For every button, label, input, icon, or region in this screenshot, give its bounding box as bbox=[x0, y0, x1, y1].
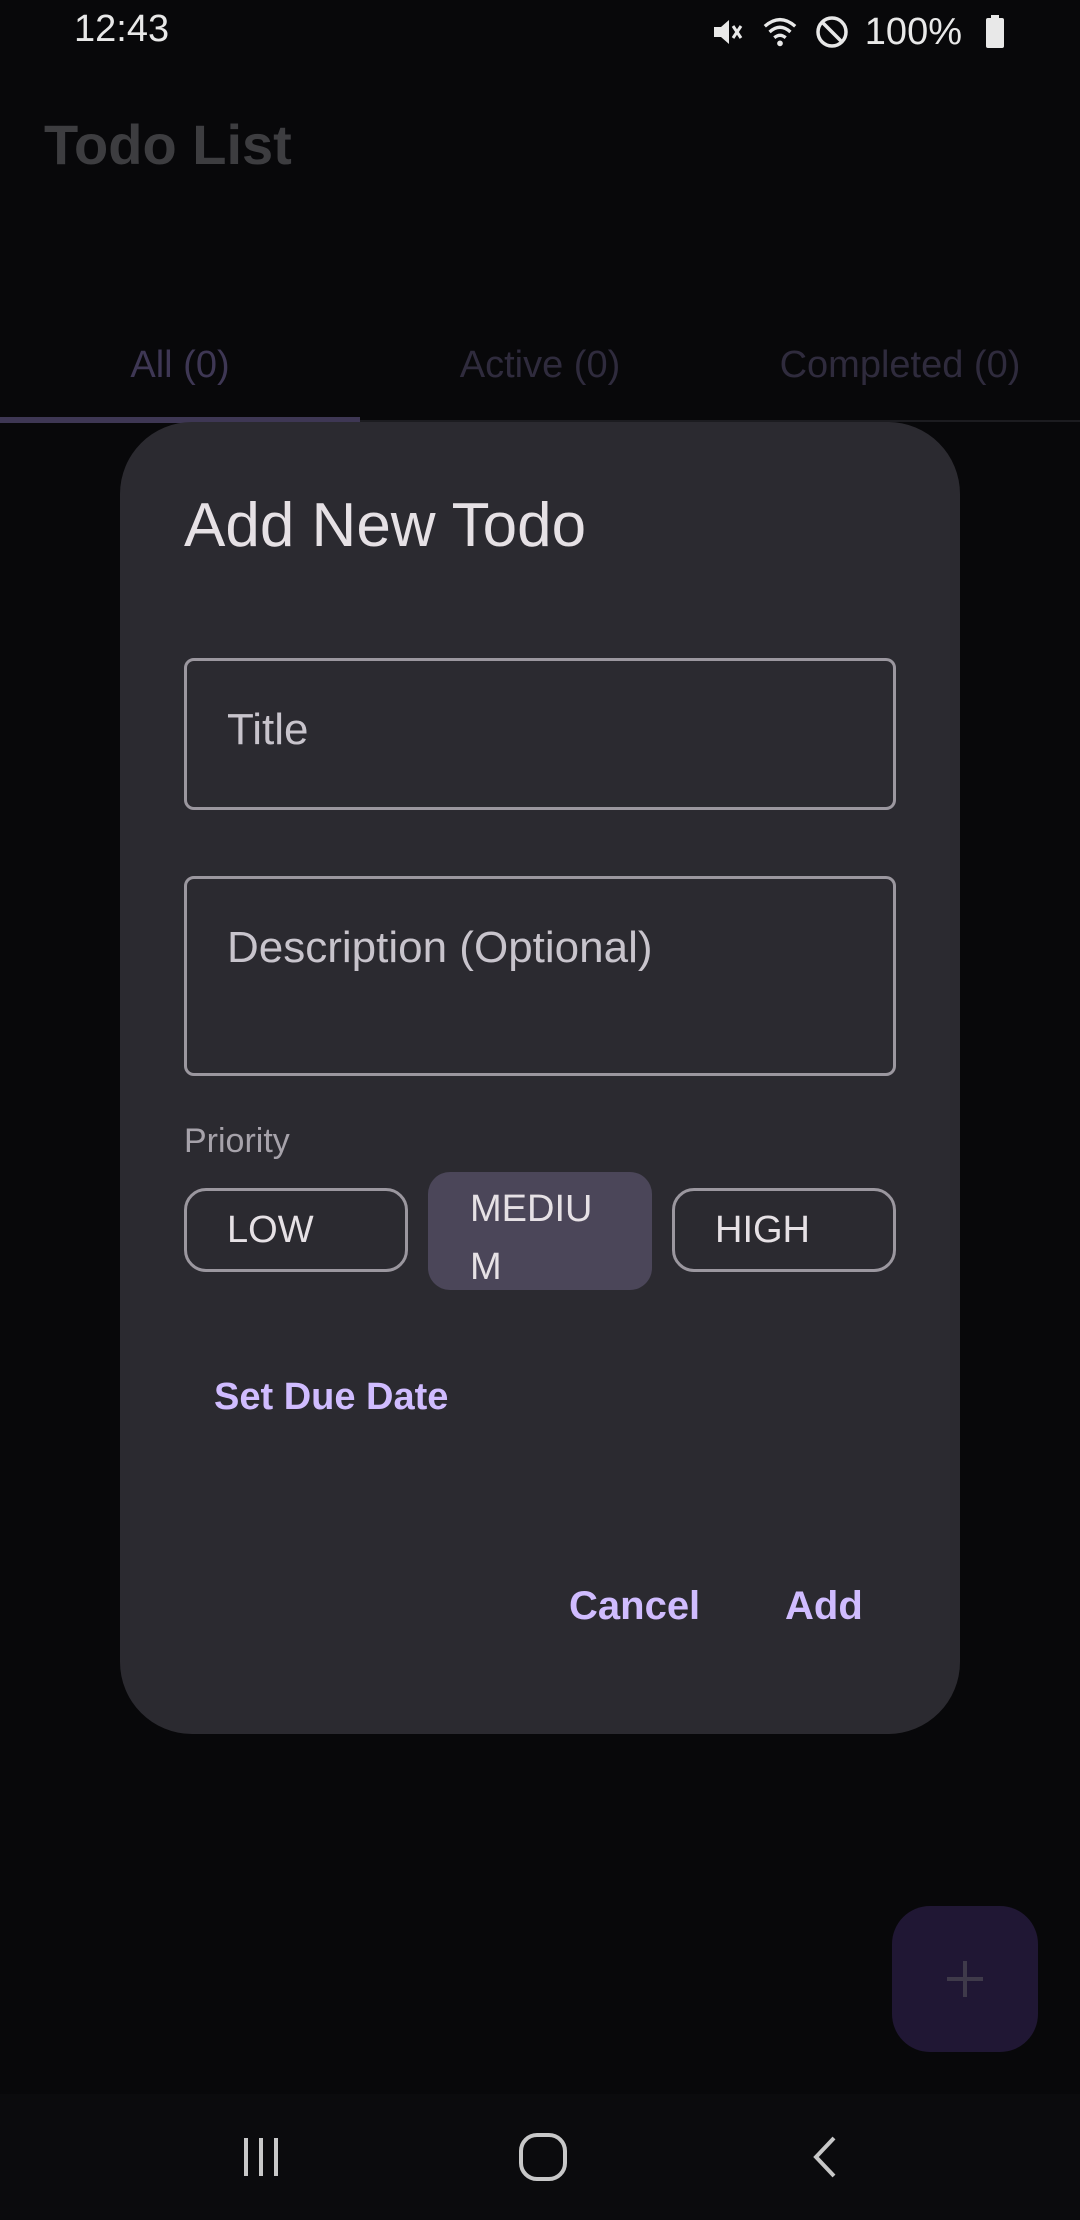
recent-apps-icon bbox=[244, 2138, 278, 2176]
battery-percent: 100% bbox=[864, 10, 962, 53]
status-bar: 12:43 100% bbox=[0, 0, 1080, 66]
app-title: Todo List bbox=[44, 113, 292, 176]
tab-all[interactable]: All (0) bbox=[0, 310, 360, 420]
priority-low-chip[interactable]: LOW bbox=[184, 1188, 408, 1272]
system-nav-bar bbox=[0, 2094, 1080, 2220]
priority-medium-chip[interactable]: MEDIUM bbox=[428, 1172, 652, 1290]
do-not-disturb-icon bbox=[813, 13, 851, 51]
description-field[interactable]: Description (Optional) bbox=[184, 876, 896, 1076]
back-button[interactable] bbox=[790, 2124, 860, 2190]
add-todo-fab[interactable] bbox=[892, 1906, 1038, 2052]
add-button[interactable]: Add bbox=[785, 1584, 863, 1629]
mute-icon bbox=[709, 13, 747, 51]
priority-label: Priority bbox=[184, 1122, 290, 1160]
description-field-placeholder: Description (Optional) bbox=[227, 923, 653, 972]
status-icons: 100% bbox=[709, 10, 1014, 54]
home-button[interactable] bbox=[508, 2124, 578, 2190]
status-time: 12:43 bbox=[74, 8, 170, 50]
plus-icon bbox=[947, 1961, 983, 1997]
title-field[interactable]: Title bbox=[184, 658, 896, 810]
priority-high-chip[interactable]: HIGH bbox=[672, 1188, 896, 1272]
tab-completed[interactable]: Completed (0) bbox=[720, 310, 1080, 420]
dialog-title: Add New Todo bbox=[184, 491, 587, 560]
back-icon bbox=[813, 2136, 836, 2178]
set-due-date-button[interactable]: Set Due Date bbox=[214, 1376, 448, 1419]
add-todo-dialog: Add New Todo Title Description (Optional… bbox=[120, 422, 960, 1734]
title-field-placeholder: Title bbox=[227, 705, 309, 754]
home-icon bbox=[519, 2133, 567, 2181]
cancel-button[interactable]: Cancel bbox=[569, 1584, 700, 1629]
recent-apps-button[interactable] bbox=[226, 2124, 296, 2190]
wifi-icon bbox=[761, 13, 799, 51]
tab-active[interactable]: Active (0) bbox=[360, 310, 720, 420]
tab-bar: All (0) Active (0) Completed (0) bbox=[0, 310, 1080, 423]
battery-icon bbox=[976, 13, 1014, 51]
